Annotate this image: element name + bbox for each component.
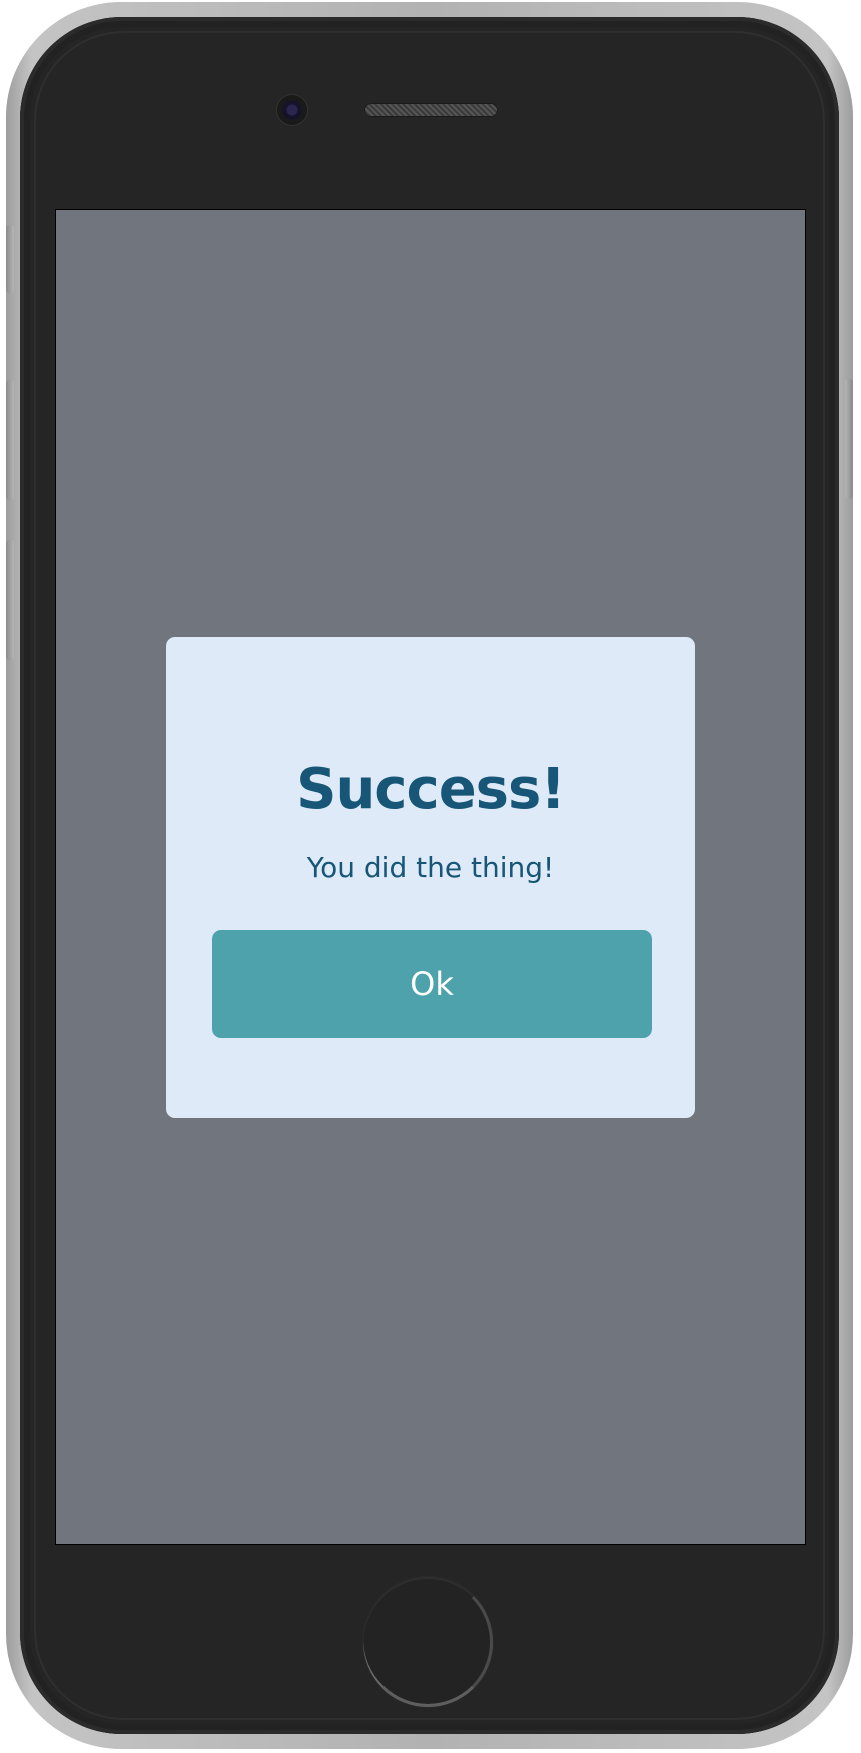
dialog-title: Success! <box>296 757 566 822</box>
front-camera-icon <box>277 95 307 125</box>
home-button-icon[interactable] <box>363 1577 493 1707</box>
volume-down-button <box>6 540 14 660</box>
mute-switch <box>6 225 14 293</box>
volume-up-button <box>6 380 14 500</box>
success-dialog: Success! You did the thing! Ok <box>166 637 695 1118</box>
dialog-message: You did the thing! <box>306 851 555 884</box>
device-screen: Success! You did the thing! Ok <box>55 209 806 1545</box>
ok-button[interactable]: Ok <box>212 930 652 1038</box>
power-button <box>845 379 853 499</box>
earpiece-speaker-icon <box>364 103 498 117</box>
